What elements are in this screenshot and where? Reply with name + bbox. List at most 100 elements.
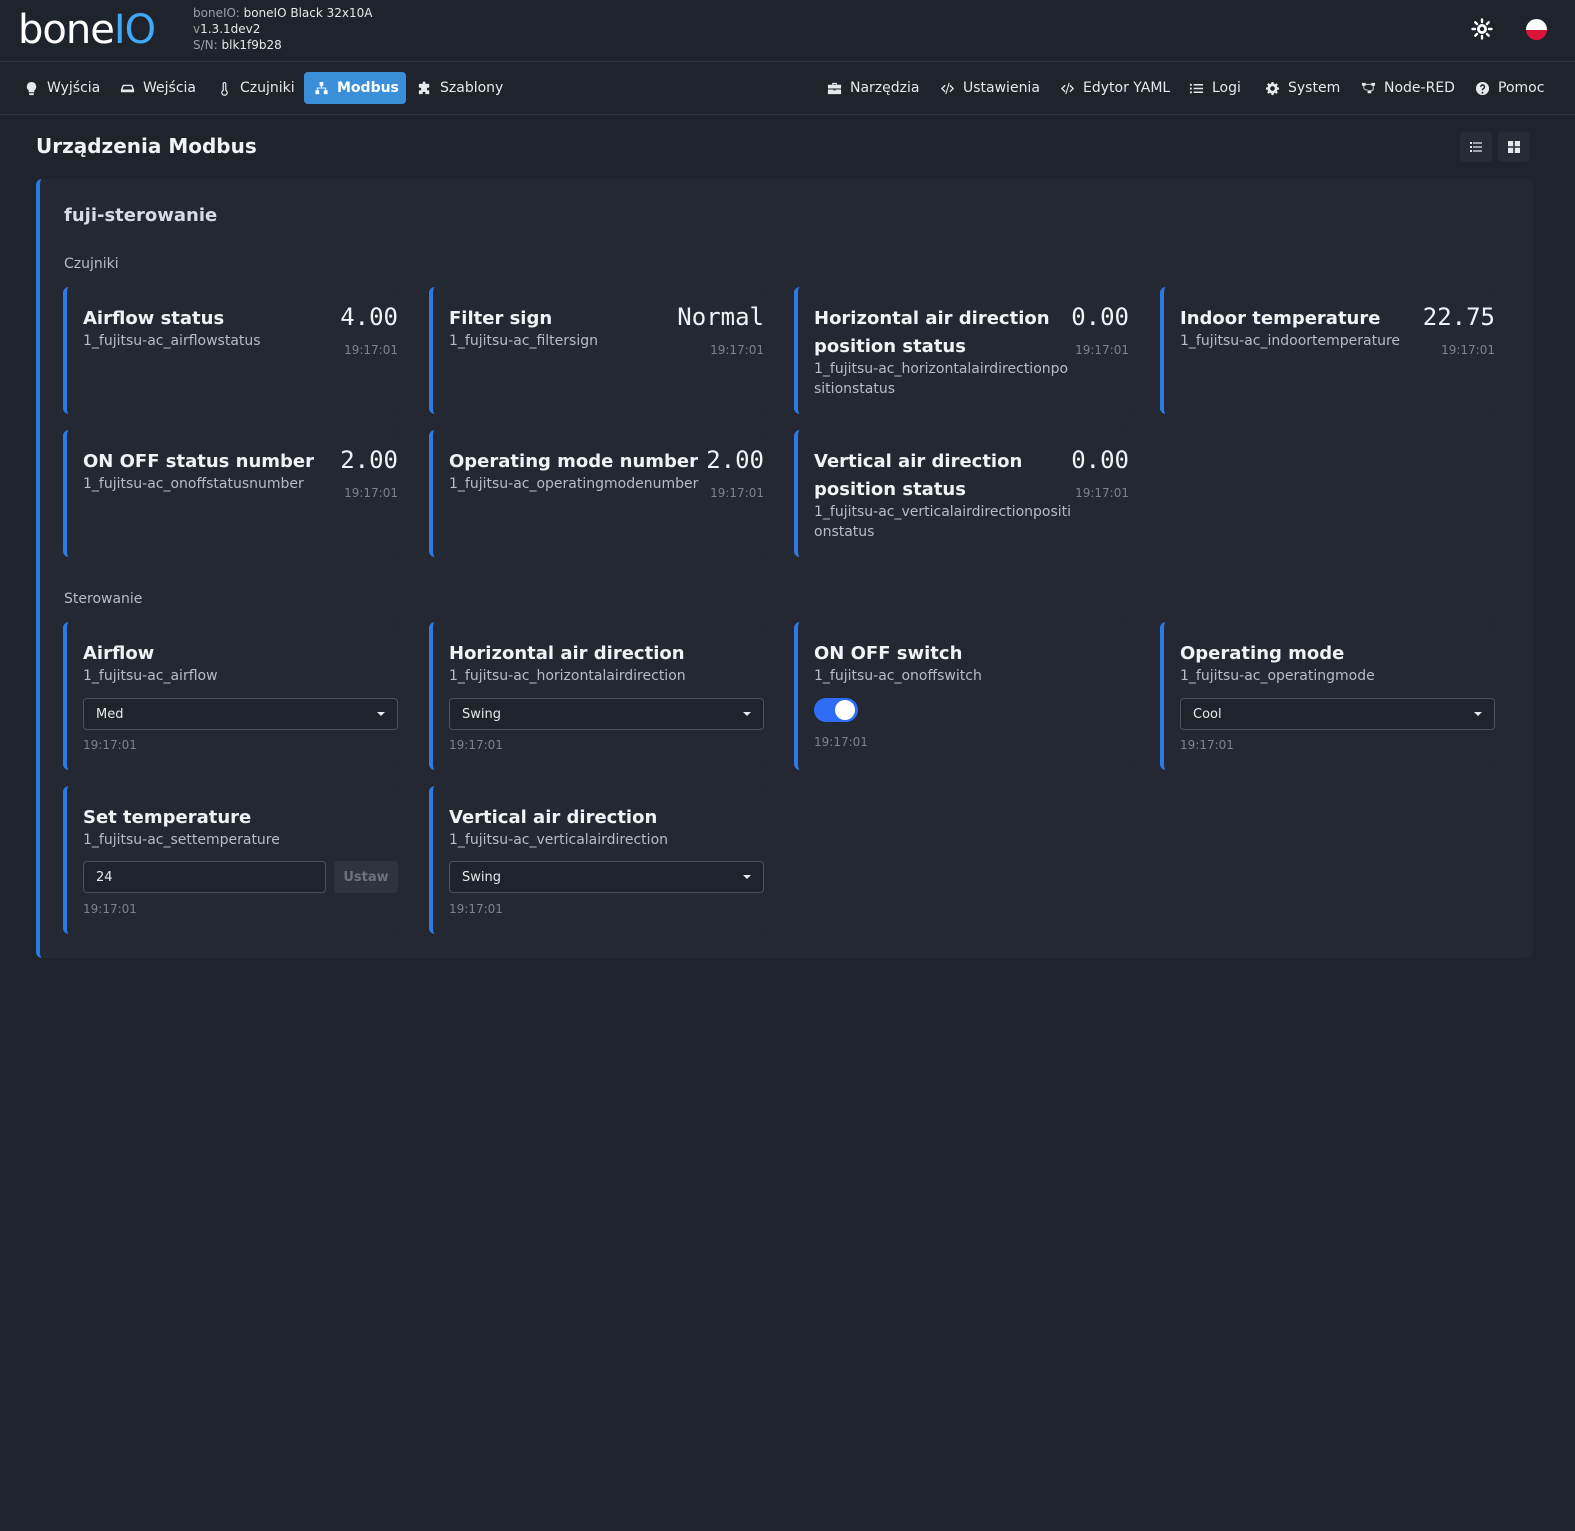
nav-item-ustawienia[interactable]: Ustawienia	[930, 72, 1050, 104]
control-name: Vertical air direction	[449, 807, 658, 828]
device-name: boneIO Black 32x10A	[243, 6, 373, 20]
control-name: ON OFF switch	[814, 643, 963, 664]
vertical-air-direction-select[interactable]: Swing	[449, 861, 764, 893]
device-panel: fuji-sterowanie Czujniki Airflow status …	[36, 179, 1533, 958]
network-icon	[315, 81, 328, 94]
nav-item-modbus[interactable]: Modbus	[304, 72, 406, 104]
control-timestamp: 19:17:01	[449, 902, 503, 916]
controls-section-label: Sterowanie	[64, 591, 143, 607]
airflow-select[interactable]: Med	[83, 698, 398, 730]
sensor-timestamp: 19:17:01	[710, 486, 764, 500]
control-name: Horizontal air direction	[449, 643, 685, 664]
nav-item-logi[interactable]: Logi	[1179, 72, 1251, 104]
serial-number: blk1f9b28	[221, 38, 282, 52]
sensor-name: Indoor temperature	[1180, 308, 1381, 329]
control-timestamp: 19:17:01	[449, 738, 503, 752]
sensor-card: Filter sign Normal 1_fujitsu-ac_filtersi…	[429, 287, 764, 414]
set-button[interactable]: Ustaw	[334, 861, 398, 893]
control-timestamp: 19:17:01	[814, 735, 868, 749]
nav-item-node-red[interactable]: Node-RED	[1351, 72, 1465, 104]
sensor-name: ON OFF status number	[83, 451, 315, 472]
sensor-value: 4.00	[340, 303, 398, 331]
sensor-value: 0.00	[1071, 446, 1129, 474]
theme-toggle-button[interactable]	[1470, 17, 1494, 41]
list-icon	[1470, 142, 1482, 152]
help-icon	[1475, 81, 1490, 95]
control-timestamp: 19:17:01	[83, 738, 137, 752]
on-off-toggle[interactable]	[814, 698, 858, 722]
caret-down-icon	[743, 875, 751, 879]
sensor-timestamp: 19:17:01	[710, 343, 764, 357]
code-icon	[940, 82, 955, 94]
code-icon	[1060, 82, 1075, 94]
sensor-id: 1_fujitsu-ac_horizontalairdirectionposit…	[814, 361, 1069, 397]
puzzle-icon	[418, 80, 430, 94]
control-card: ON OFF switch 1_fujitsu-ac_onoffswitch 1…	[794, 622, 1129, 770]
control-card: Airflow 1_fujitsu-ac_airflow Med 19:17:0…	[63, 622, 398, 770]
control-timestamp: 19:17:01	[1180, 738, 1234, 752]
control-card: Horizontal air direction 1_fujitsu-ac_ho…	[429, 622, 764, 770]
control-name: Operating mode	[1180, 643, 1345, 664]
sensor-card: Vertical air direction position status 0…	[794, 430, 1129, 557]
grid-view-button[interactable]	[1498, 132, 1530, 162]
nodes-icon	[1361, 82, 1376, 93]
control-name: Airflow	[83, 643, 155, 664]
logo-text: boneIO	[18, 7, 156, 53]
nav-item-wejscia[interactable]: Wejścia	[110, 72, 206, 104]
control-card: Operating mode 1_fujitsu-ac_operatingmod…	[1160, 622, 1495, 770]
sensor-id: 1_fujitsu-ac_filtersign	[449, 333, 598, 349]
operating-mode-select[interactable]: Cool	[1180, 698, 1495, 730]
sun-icon	[1471, 18, 1493, 40]
sensor-value: Normal	[677, 303, 764, 331]
control-id: 1_fujitsu-ac_settemperature	[83, 832, 280, 848]
caret-down-icon	[1474, 712, 1482, 716]
horizontal-air-direction-select[interactable]: Swing	[449, 698, 764, 730]
sensor-id: 1_fujitsu-ac_verticalairdirectionpositio…	[814, 504, 1072, 540]
device-info: boneIO: boneIO Black 32x10A v1.3.1dev2 S…	[193, 6, 373, 52]
nav-item-pomoc[interactable]: Pomoc	[1465, 72, 1554, 104]
gear-icon	[1265, 81, 1280, 95]
sensor-name: Horizontal air direction position status	[814, 308, 1050, 357]
sensor-timestamp: 19:17:01	[1441, 343, 1495, 357]
top-bar: boneIO boneIO: boneIO Black 32x10A v1.3.…	[0, 0, 1575, 62]
sensor-card: Operating mode number 2.00 1_fujitsu-ac_…	[429, 430, 764, 557]
nav-item-wyjscia[interactable]: Wyjścia	[14, 72, 110, 104]
sensor-value: 22.75	[1422, 303, 1495, 331]
nav-item-szablony[interactable]: Szablony	[407, 72, 513, 104]
sensor-value: 2.00	[706, 446, 764, 474]
main-nav: Wyjścia Wejścia Czujniki Modbus Szablony…	[0, 62, 1575, 115]
device-title: fuji-sterowanie	[64, 205, 218, 226]
list-view-button[interactable]	[1460, 132, 1492, 162]
nav-item-narzedzia[interactable]: Narzędzia	[817, 72, 929, 104]
sensor-id: 1_fujitsu-ac_onoffstatusnumber	[83, 476, 304, 492]
control-timestamp: 19:17:01	[83, 902, 137, 916]
sensor-timestamp: 19:17:01	[344, 486, 398, 500]
control-id: 1_fujitsu-ac_verticalairdirection	[449, 832, 669, 848]
sensor-name: Vertical air direction position status	[814, 451, 1023, 500]
list-icon	[1189, 83, 1204, 93]
sensor-value: 2.00	[340, 446, 398, 474]
nav-item-system[interactable]: System	[1255, 72, 1350, 104]
control-id: 1_fujitsu-ac_onoffswitch	[814, 668, 982, 684]
boneio-logo[interactable]: boneIO	[18, 7, 156, 53]
sensor-timestamp: 19:17:01	[1075, 486, 1129, 500]
sensor-card: Indoor temperature 22.75 1_fujitsu-ac_in…	[1160, 287, 1495, 414]
version: 1.3.1dev2	[200, 22, 261, 36]
language-flag-icon[interactable]	[1526, 19, 1547, 40]
sensor-card: Horizontal air direction position status…	[794, 287, 1129, 414]
control-card: Set temperature 1_fujitsu-ac_settemperat…	[63, 786, 398, 934]
sensor-card: ON OFF status number 2.00 1_fujitsu-ac_o…	[63, 430, 398, 557]
sensor-value: 0.00	[1071, 303, 1129, 331]
input-icon	[120, 84, 135, 92]
caret-down-icon	[743, 712, 751, 716]
control-id: 1_fujitsu-ac_horizontalairdirection	[449, 668, 686, 684]
toolbox-icon	[827, 82, 842, 94]
nav-item-czujniki[interactable]: Czujniki	[207, 72, 305, 104]
sensor-timestamp: 19:17:01	[1075, 343, 1129, 357]
thermometer-icon	[221, 81, 228, 96]
sensor-name: Operating mode number	[449, 451, 698, 472]
sensor-name: Filter sign	[449, 308, 553, 329]
nav-item-edytor-yaml[interactable]: Edytor YAML	[1050, 72, 1180, 104]
sensor-name: Airflow status	[83, 308, 225, 329]
set-temperature-input[interactable]: 24	[83, 861, 326, 893]
